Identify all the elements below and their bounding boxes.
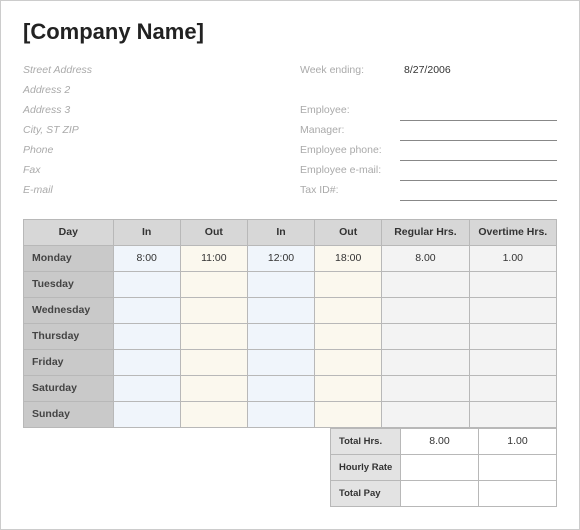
employee-label: Employee: <box>300 101 400 121</box>
week-ending-value: 8/27/2006 <box>400 61 557 81</box>
cell-out1 <box>180 297 247 323</box>
cell-in1 <box>113 271 180 297</box>
col-in1: In <box>113 219 180 245</box>
company-name: [Company Name] <box>23 19 557 45</box>
col-day: Day <box>24 219 114 245</box>
total-ot: 1.00 <box>479 428 557 454</box>
hourly-rate-label: Hourly Rate <box>331 454 401 480</box>
table-row: Sunday <box>24 401 557 427</box>
cell-reg <box>382 297 469 323</box>
address-3: Address 3 <box>23 101 280 121</box>
cell-in2 <box>247 323 314 349</box>
cell-in1 <box>113 349 180 375</box>
cell-in2 <box>247 271 314 297</box>
cell-ot <box>469 297 556 323</box>
col-in2: In <box>247 219 314 245</box>
cell-ot <box>469 323 556 349</box>
meta-block: Week ending: 8/27/2006 . Employee: Manag… <box>300 61 557 201</box>
address-street: Street Address <box>23 61 280 81</box>
tax-value <box>400 187 557 201</box>
totals-table: Total Hrs. 8.00 1.00 Hourly Rate Total P… <box>330 428 557 507</box>
table-row: Saturday <box>24 375 557 401</box>
cell-reg <box>382 323 469 349</box>
cell-out1 <box>180 271 247 297</box>
address-city: City, ST ZIP <box>23 121 280 141</box>
table-row: Tuesday <box>24 271 557 297</box>
address-block: Street Address Address 2 Address 3 City,… <box>23 61 280 201</box>
cell-in2 <box>247 375 314 401</box>
cell-ot <box>469 271 556 297</box>
cell-ot <box>469 349 556 375</box>
address-2: Address 2 <box>23 81 280 101</box>
cell-out1 <box>180 375 247 401</box>
cell-day: Thursday <box>24 323 114 349</box>
cell-out1: 11:00 <box>180 245 247 271</box>
tax-label: Tax ID#: <box>300 181 400 201</box>
timesheet-table: Day In Out In Out Regular Hrs. Overtime … <box>23 219 557 428</box>
cell-out2 <box>315 297 382 323</box>
hourly-reg <box>401 454 479 480</box>
cell-in1 <box>113 323 180 349</box>
cell-reg <box>382 375 469 401</box>
employee-value <box>400 107 557 121</box>
pay-reg <box>401 480 479 506</box>
cell-day: Sunday <box>24 401 114 427</box>
cell-out2 <box>315 271 382 297</box>
emp-phone-label: Employee phone: <box>300 141 400 161</box>
cell-in2 <box>247 297 314 323</box>
pay-ot <box>479 480 557 506</box>
cell-in2 <box>247 401 314 427</box>
total-reg: 8.00 <box>401 428 479 454</box>
col-out1: Out <box>180 219 247 245</box>
hourly-ot <box>479 454 557 480</box>
cell-out2 <box>315 375 382 401</box>
cell-in1 <box>113 375 180 401</box>
cell-day: Saturday <box>24 375 114 401</box>
cell-day: Wednesday <box>24 297 114 323</box>
manager-value <box>400 127 557 141</box>
emp-email-label: Employee e-mail: <box>300 161 400 181</box>
total-hrs-label: Total Hrs. <box>331 428 401 454</box>
cell-ot <box>469 375 556 401</box>
cell-in1 <box>113 401 180 427</box>
total-pay-label: Total Pay <box>331 480 401 506</box>
cell-reg <box>382 349 469 375</box>
cell-out2 <box>315 323 382 349</box>
cell-reg <box>382 401 469 427</box>
cell-out1 <box>180 401 247 427</box>
cell-day: Monday <box>24 245 114 271</box>
cell-ot <box>469 401 556 427</box>
cell-day: Tuesday <box>24 271 114 297</box>
address-email: E-mail <box>23 181 280 201</box>
cell-in1: 8:00 <box>113 245 180 271</box>
cell-ot: 1.00 <box>469 245 556 271</box>
cell-in1 <box>113 297 180 323</box>
table-row: Monday8:0011:0012:0018:008.001.00 <box>24 245 557 271</box>
cell-out2 <box>315 401 382 427</box>
manager-label: Manager: <box>300 121 400 141</box>
table-row: Thursday <box>24 323 557 349</box>
address-phone: Phone <box>23 141 280 161</box>
emp-email-value <box>400 167 557 181</box>
table-row: Friday <box>24 349 557 375</box>
cell-in2 <box>247 349 314 375</box>
col-reg: Regular Hrs. <box>382 219 469 245</box>
table-row: Wednesday <box>24 297 557 323</box>
col-out2: Out <box>315 219 382 245</box>
cell-out2: 18:00 <box>315 245 382 271</box>
cell-out1 <box>180 349 247 375</box>
cell-out1 <box>180 323 247 349</box>
cell-day: Friday <box>24 349 114 375</box>
cell-in2: 12:00 <box>247 245 314 271</box>
cell-reg <box>382 271 469 297</box>
emp-phone-value <box>400 147 557 161</box>
cell-reg: 8.00 <box>382 245 469 271</box>
cell-out2 <box>315 349 382 375</box>
week-ending-label: Week ending: <box>300 61 400 81</box>
col-ot: Overtime Hrs. <box>469 219 556 245</box>
address-fax: Fax <box>23 161 280 181</box>
